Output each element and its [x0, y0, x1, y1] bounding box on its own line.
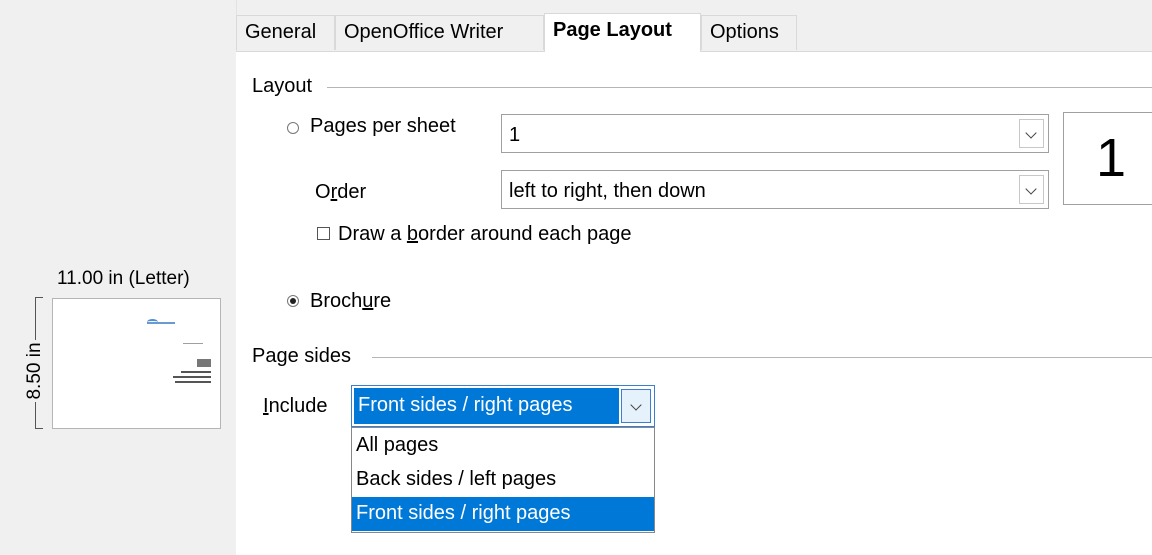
pages-per-sheet-value: 1: [509, 124, 521, 146]
include-value: Front sides / right pages: [354, 388, 619, 424]
pages-per-sheet-label: Pages per sheet: [310, 115, 456, 137]
pages-per-sheet-combo[interactable]: 1: [501, 114, 1049, 153]
chapter-heading-mark: [197, 359, 211, 367]
order-value: left to right, then down: [509, 180, 706, 202]
openoffice-logo-icon: [147, 319, 179, 326]
pages-per-sheet-dropdown-button[interactable]: [1019, 119, 1044, 148]
preview-height-label: 8.50 in: [24, 342, 45, 400]
tab-openoffice-writer[interactable]: OpenOffice Writer: [335, 15, 544, 50]
tab-options[interactable]: Options: [701, 15, 797, 50]
include-option-front-sides[interactable]: Front sides / right pages: [352, 497, 654, 531]
page-preview-thumbnail: [52, 298, 221, 429]
include-option-back-sides[interactable]: Back sides / left pages: [352, 463, 654, 497]
brochure-radio[interactable]: [287, 295, 299, 307]
include-option-all-pages[interactable]: All pages: [352, 429, 654, 463]
draw-border-label: Draw a border around each page: [338, 223, 632, 245]
order-label: Order: [315, 181, 367, 203]
pages-per-sheet-big-number: 1: [1096, 128, 1127, 188]
include-dropdown-button[interactable]: [621, 389, 651, 423]
include-combo[interactable]: Front sides / right pages: [351, 385, 655, 427]
layout-section-rule: [327, 87, 1152, 88]
layout-section-title: Layout: [252, 75, 313, 97]
tab-bar: General OpenOffice Writer Page Layout Op…: [236, 13, 1152, 52]
ruler-top-tick: [35, 297, 43, 298]
order-dropdown-button[interactable]: [1019, 175, 1044, 204]
ruler-bottom-tick: [35, 428, 43, 429]
tab-general[interactable]: General: [236, 15, 335, 50]
order-combo[interactable]: left to right, then down: [501, 170, 1049, 209]
tab-page-layout[interactable]: Page Layout: [544, 13, 701, 52]
preview-height-label-wrap: 8.50 in: [22, 340, 48, 402]
page-sides-section-title: Page sides: [252, 345, 351, 367]
brochure-label: Brochure: [310, 290, 392, 312]
preview-width-label: 11.00 in (Letter): [57, 268, 190, 289]
page-sides-section-rule: [372, 357, 1152, 358]
draw-border-checkbox[interactable]: [317, 227, 330, 240]
pages-per-sheet-radio[interactable]: [287, 122, 299, 134]
pages-per-sheet-preview: 1: [1063, 112, 1152, 205]
chevron-down-icon: [1025, 127, 1037, 139]
include-label: Include: [263, 395, 328, 417]
chevron-down-icon: [630, 399, 642, 411]
include-dropdown-list: All pages Back sides / left pages Front …: [351, 427, 655, 533]
preview-panel: 11.00 in (Letter) 8.50 in: [0, 0, 237, 555]
chevron-down-icon: [1025, 183, 1037, 195]
